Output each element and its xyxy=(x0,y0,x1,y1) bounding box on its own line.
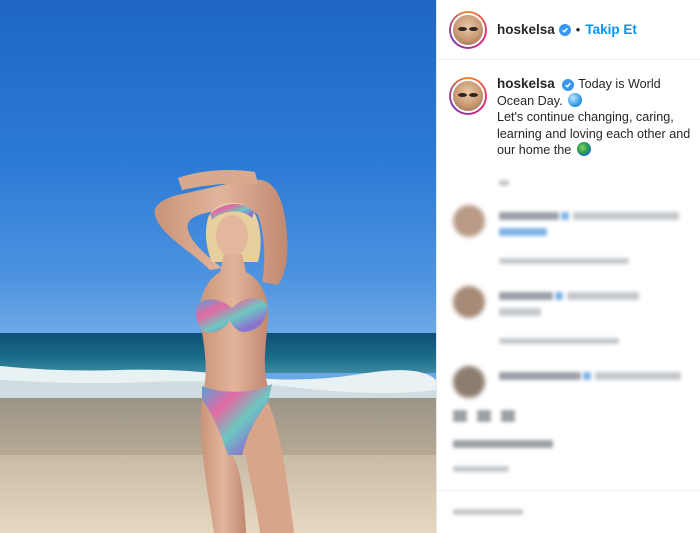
avatar xyxy=(453,286,485,318)
follow-button[interactable]: Takip Et xyxy=(585,22,637,37)
add-comment-input[interactable] xyxy=(453,509,523,515)
globe-emoji-icon xyxy=(576,142,591,156)
post-date xyxy=(453,466,509,472)
avatar xyxy=(453,205,485,237)
caption: hoskelsa Today is World Ocean Day. Let's… xyxy=(437,60,700,159)
post-sidebar: hoskelsa • Takip Et hoskelsa Today is Wo… xyxy=(436,0,700,533)
caption-text: hoskelsa Today is World Ocean Day. Let's… xyxy=(497,76,697,159)
separator-dot: • xyxy=(575,22,581,37)
verified-badge-icon xyxy=(562,79,575,91)
avatar[interactable] xyxy=(449,10,487,49)
caption-line-2: Let's continue changing, caring, learnin… xyxy=(497,110,691,157)
username-link[interactable]: hoskelsa xyxy=(497,22,555,37)
post-photo[interactable] xyxy=(0,0,436,533)
caption-avatar[interactable] xyxy=(449,77,487,115)
beach-photo-illustration xyxy=(0,170,436,533)
verified-badge-icon xyxy=(558,23,571,36)
likes-count xyxy=(453,440,553,448)
comment-bar xyxy=(437,490,700,515)
avatar xyxy=(453,366,485,398)
caption-username-link[interactable]: hoskelsa xyxy=(497,76,555,91)
wave-emoji-icon xyxy=(568,92,583,107)
share-icon[interactable] xyxy=(501,410,515,422)
comment-icon[interactable] xyxy=(477,410,491,422)
like-icon[interactable] xyxy=(453,410,467,422)
post-header: hoskelsa • Takip Et xyxy=(437,0,700,60)
